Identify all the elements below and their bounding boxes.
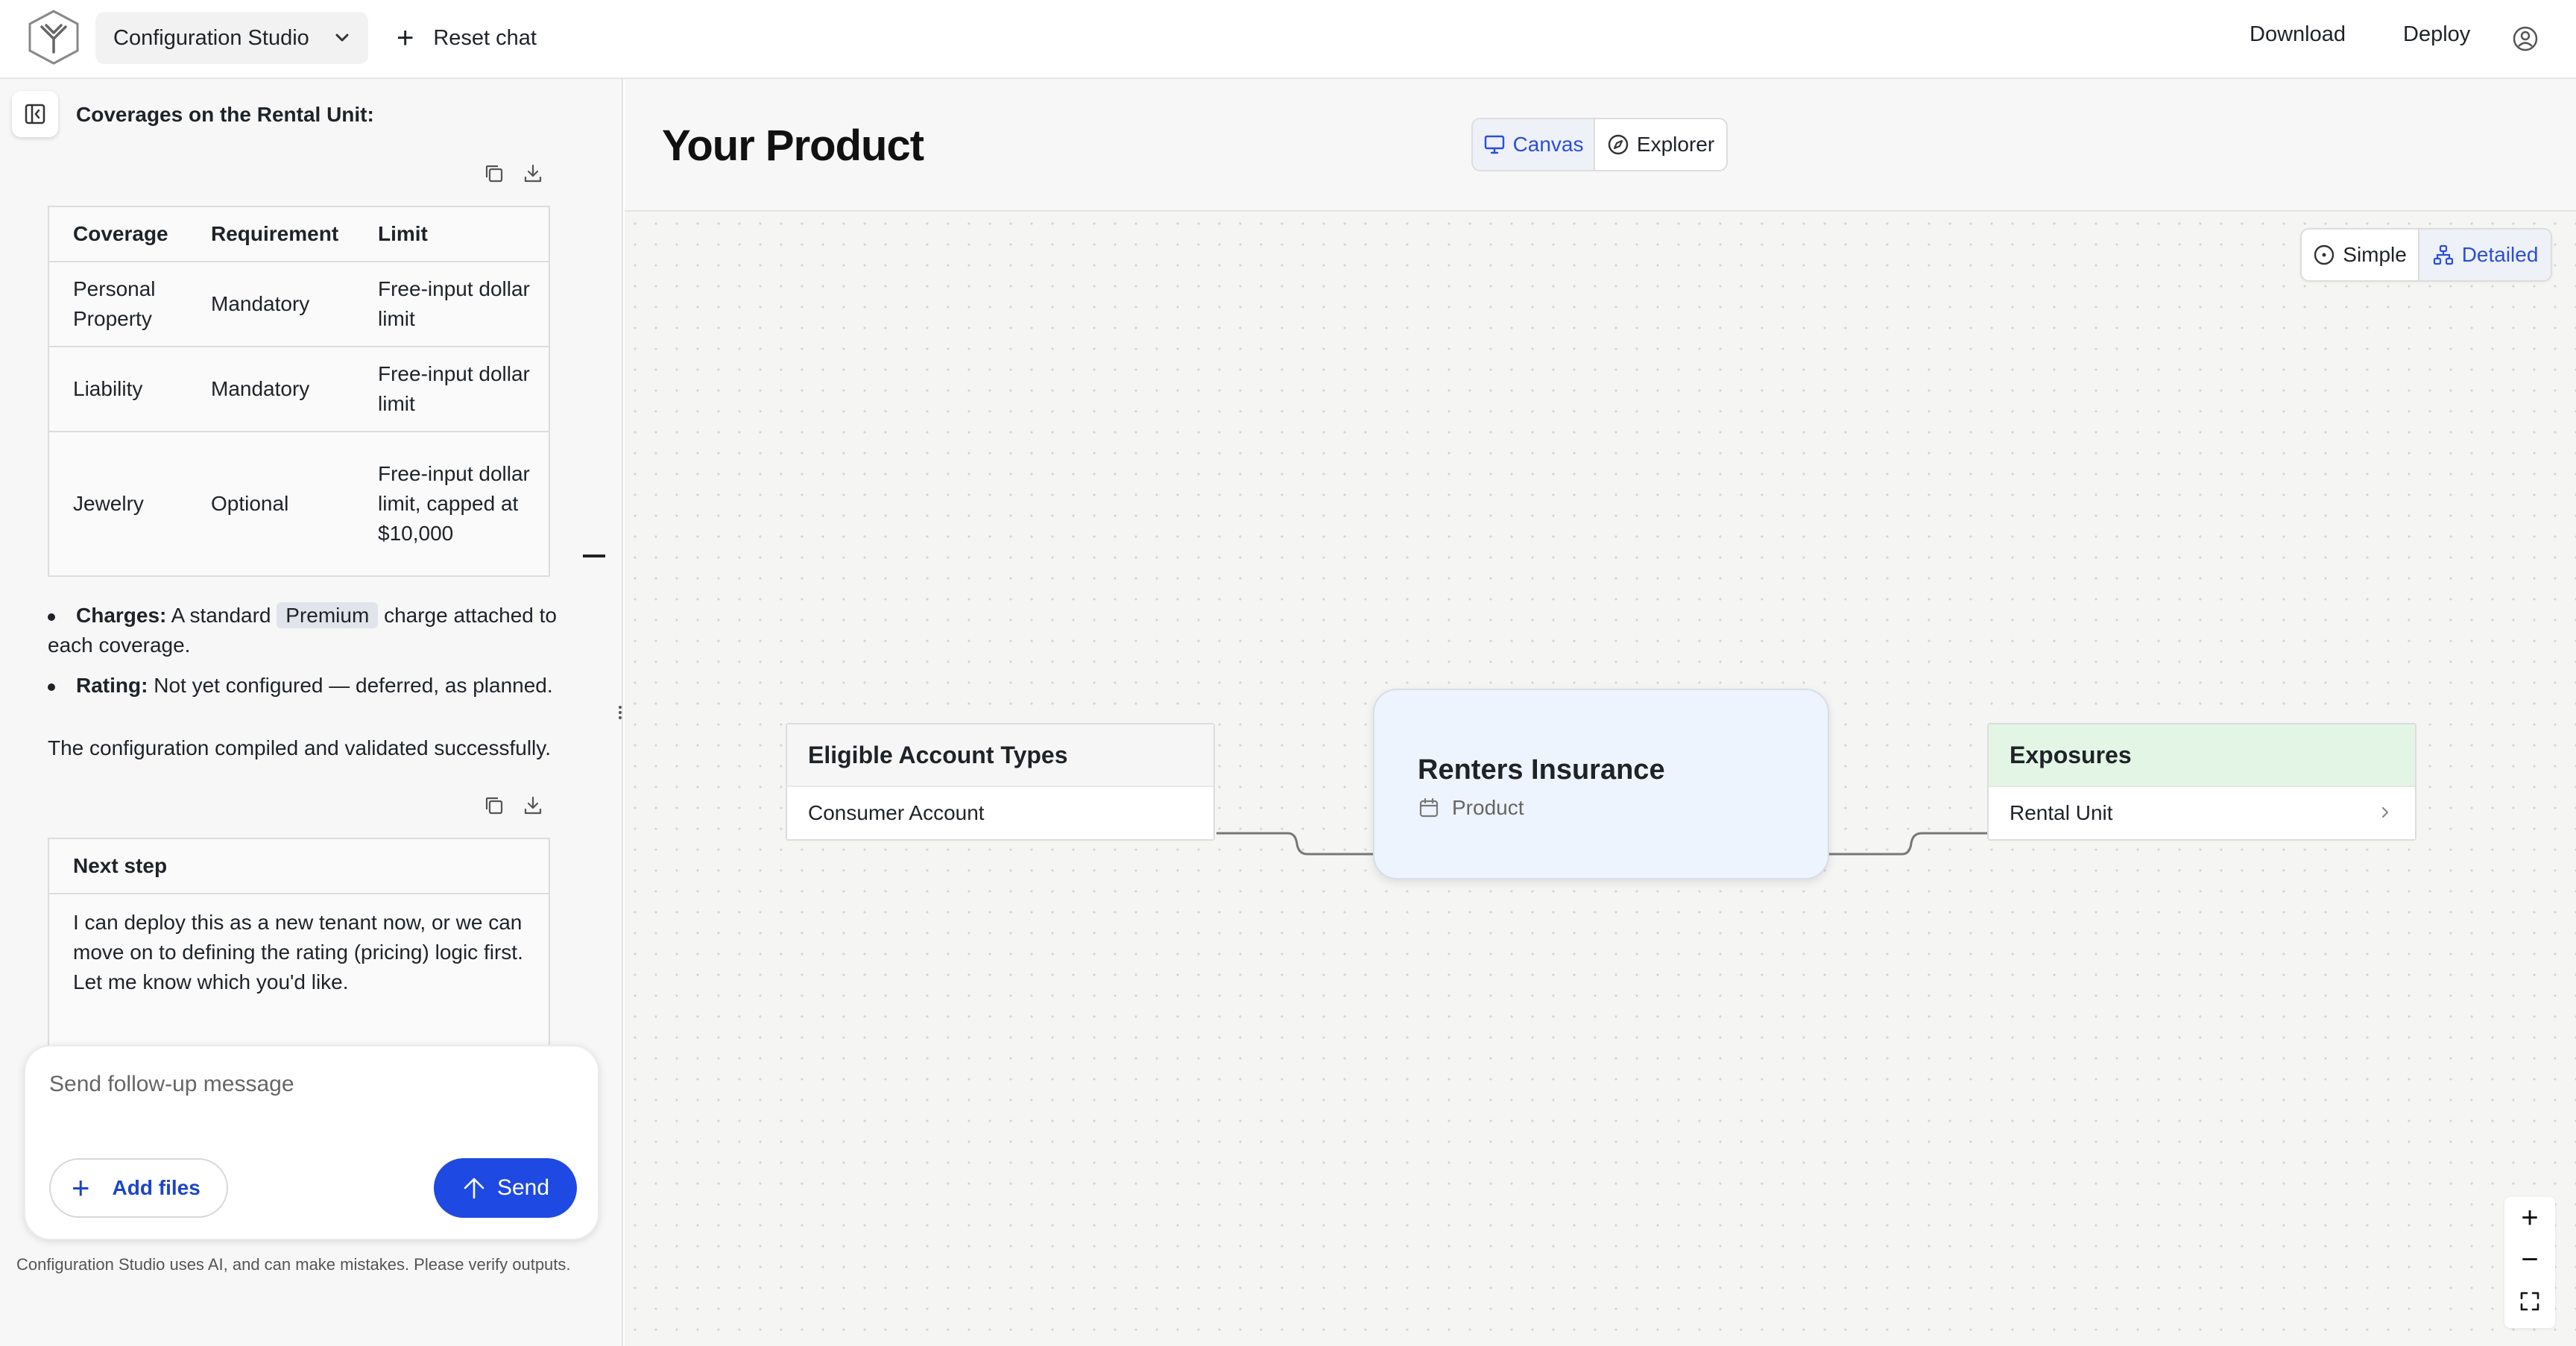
node-item-label: Consumer Account: [808, 801, 985, 824]
fit-view-icon: [2520, 1292, 2539, 1311]
node-item-rental-unit[interactable]: Rental Unit: [1989, 787, 2415, 839]
table-cell: Free-input dollar limit: [366, 261, 550, 347]
node-item-consumer-account[interactable]: Consumer Account: [787, 787, 1213, 839]
product-node[interactable]: Renters Insurance Product: [1373, 689, 1829, 879]
coverage-table: Coverage Requirement Limit Personal Prop…: [48, 206, 550, 577]
compile-message: The configuration compiled and validated…: [48, 736, 551, 759]
chat-panel: Coverages on the Rental Unit: Coverage R…: [0, 79, 623, 1346]
connector-line: [1216, 832, 1373, 856]
zoom-in-button[interactable]: +: [2504, 1197, 2555, 1239]
download-icon[interactable]: [522, 794, 544, 817]
tab-explorer[interactable]: Explorer: [1595, 119, 1726, 170]
chevron-down-icon: [335, 34, 349, 42]
next-step-title: Next step: [49, 839, 549, 894]
table-row: Jewelry Optional Free-input dollar limit…: [48, 431, 550, 577]
tab-simple[interactable]: Simple: [2302, 230, 2420, 280]
connector-line: [1829, 832, 1987, 856]
node-title: Exposures: [1989, 724, 2415, 787]
collapse-sidebar-button[interactable]: [12, 91, 58, 137]
table-cell: Mandatory: [199, 346, 366, 432]
send-label: Send: [496, 1175, 550, 1200]
reset-chat-button[interactable]: + Reset chat: [397, 12, 537, 64]
canvas-header: Your Product Canvas Explorer: [625, 79, 2576, 212]
tab-canvas[interactable]: Canvas: [1473, 119, 1596, 170]
list-item: Charges: A standard Premium charge attac…: [48, 601, 562, 660]
tab-canvas-label: Canvas: [1512, 133, 1584, 156]
table-cell: Optional: [199, 431, 366, 577]
charges-pre: A standard: [171, 604, 271, 627]
top-bar: Configuration Studio + Reset chat Downlo…: [0, 0, 2576, 79]
table-cell: Free-input dollar limit, capped at $10,0…: [366, 431, 550, 577]
exposures-node[interactable]: Exposures Rental Unit: [1987, 723, 2416, 841]
table-header: Limit: [366, 206, 550, 262]
zoom-controls: + −: [2504, 1197, 2555, 1328]
download-button[interactable]: Download: [2250, 22, 2346, 47]
table-cell: Mandatory: [199, 261, 366, 347]
plus-icon: +: [397, 22, 414, 54]
chevron-right-icon: [2381, 806, 2389, 818]
add-files-label: Add files: [112, 1176, 201, 1199]
sidebar-collapse-icon: [25, 104, 45, 124]
product-name: Renters Insurance: [1418, 754, 1665, 786]
calendar-icon: [1419, 797, 1439, 818]
table-cell: Liability: [48, 346, 199, 432]
rating-text: Not yet configured — deferred, as planne…: [154, 674, 553, 697]
product-type-label: Product: [1452, 796, 1524, 819]
canvas-area: Your Product Canvas Explorer Simple Deta…: [625, 79, 2576, 1346]
zoom-out-button[interactable]: −: [2504, 1239, 2555, 1280]
follow-up-input[interactable]: [49, 1072, 571, 1097]
user-circle-icon[interactable]: [2512, 25, 2539, 52]
copy-icon[interactable]: [483, 162, 505, 185]
deploy-button[interactable]: Deploy: [2403, 22, 2470, 47]
table-row: Liability Mandatory Free-input dollar li…: [48, 346, 550, 432]
bullet-dot: [48, 613, 55, 621]
view-toggle: Canvas Explorer: [1471, 118, 1728, 171]
table-cell: Jewelry: [48, 431, 199, 577]
tab-detailed-label: Detailed: [2461, 243, 2539, 266]
hierarchy-icon: [2433, 244, 2453, 265]
tab-simple-label: Simple: [2343, 243, 2407, 266]
table-header: Requirement: [199, 206, 366, 262]
circle-dot-icon: [2314, 244, 2334, 265]
table-cell: Free-input dollar limit: [366, 346, 550, 432]
charges-label: Charges:: [76, 604, 167, 627]
product-type: Product: [1418, 796, 1524, 820]
message-composer: + Add files Send: [24, 1045, 599, 1240]
ai-disclaimer: Configuration Studio uses AI, and can ma…: [16, 1255, 571, 1274]
detail-toggle: Simple Detailed: [2300, 228, 2552, 282]
table-header-row: Coverage Requirement Limit: [48, 206, 550, 262]
page-title: Your Product: [662, 121, 924, 170]
node-title: Eligible Account Types: [787, 724, 1213, 787]
plus-icon: +: [72, 1170, 90, 1205]
rating-label: Rating:: [76, 674, 148, 697]
table-cell: Personal Property: [48, 261, 199, 347]
eligible-account-types-node[interactable]: Eligible Account Types Consumer Account: [786, 723, 1215, 841]
panel-collapse-handle[interactable]: [583, 554, 605, 557]
download-icon[interactable]: [522, 162, 544, 185]
copy-icon[interactable]: [483, 794, 505, 817]
table-row: Personal Property Mandatory Free-input d…: [48, 261, 550, 347]
send-button[interactable]: Send: [434, 1158, 577, 1218]
node-item-label: Rental Unit: [2010, 801, 2113, 824]
logo-icon[interactable]: [27, 9, 80, 66]
bullet-dot: [48, 683, 55, 691]
premium-tag: Premium: [277, 602, 379, 628]
next-step-body: I can deploy this as a new tenant now, o…: [73, 911, 523, 993]
reset-chat-label: Reset chat: [433, 25, 537, 50]
studio-selector[interactable]: Configuration Studio: [95, 12, 368, 64]
list-item: Rating: Not yet configured — deferred, a…: [48, 671, 562, 701]
add-files-button[interactable]: + Add files: [49, 1158, 228, 1218]
table-header: Coverage: [48, 206, 199, 262]
tab-detailed[interactable]: Detailed: [2419, 230, 2551, 280]
arrow-up-icon: [464, 1178, 484, 1199]
fit-view-button[interactable]: [2504, 1280, 2555, 1322]
coverage-heading: Coverages on the Rental Unit:: [76, 103, 374, 126]
monitor-icon: [1484, 135, 1504, 154]
summary-bullets: Charges: A standard Premium charge attac…: [48, 601, 562, 711]
compass-icon: [1608, 134, 1629, 155]
studio-selector-label: Configuration Studio: [113, 25, 309, 50]
tab-explorer-label: Explorer: [1636, 133, 1715, 156]
